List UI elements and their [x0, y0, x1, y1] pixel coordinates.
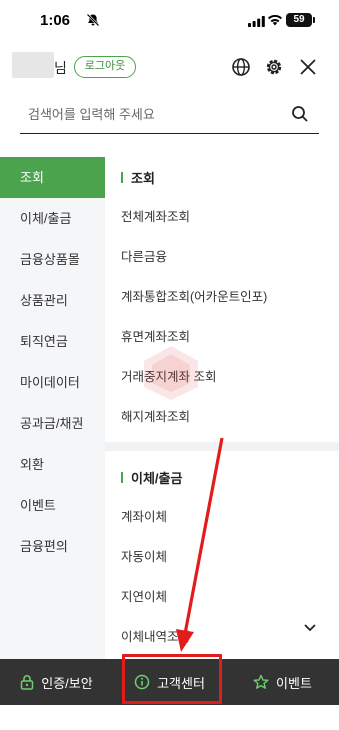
sidebar-item-mydata[interactable]: 마이데이터 — [0, 362, 105, 403]
signal-icon — [248, 16, 265, 27]
sidebar-item-pension[interactable]: 퇴직연금 — [0, 321, 105, 362]
globe-icon[interactable] — [231, 57, 251, 77]
sidebar-item-product-management[interactable]: 상품관리 — [0, 280, 105, 321]
bell-off-icon — [86, 13, 100, 27]
sidebar-item-events[interactable]: 이벤트 — [0, 485, 105, 526]
logout-button[interactable]: 로그아웃 — [74, 56, 136, 78]
status-time: 1:06 — [40, 12, 71, 29]
menu-item-account-info[interactable]: 계좌통합조회(어카운트인포) — [105, 277, 339, 317]
search-input[interactable] — [20, 100, 280, 128]
close-icon[interactable] — [298, 57, 318, 77]
menu-content: 조회 전체계좌조회 다른금융 계좌통합조회(어카운트인포) 휴면계좌조회 거래중… — [105, 157, 339, 659]
sidebar-item-transfer[interactable]: 이체/출금 — [0, 198, 105, 239]
gear-icon[interactable] — [264, 57, 284, 77]
section-title: 조회 — [131, 170, 155, 186]
bottom-customer-center-button[interactable]: 고객센터 — [113, 659, 226, 705]
lock-icon — [21, 675, 34, 690]
battery-tip — [313, 17, 315, 23]
menu-item-other-finance[interactable]: 다른금융 — [105, 237, 339, 277]
search-icon[interactable] — [291, 105, 309, 123]
sidebar-item-utility-bonds[interactable]: 공과금/채권 — [0, 403, 105, 444]
menu-item-delayed-transfer[interactable]: 지연이체 — [105, 577, 339, 617]
user-suffix: 님 — [54, 60, 67, 76]
wifi-icon — [268, 14, 282, 26]
menu-item-account-transfer[interactable]: 계좌이체 — [105, 497, 339, 537]
star-icon — [253, 674, 269, 689]
section-title: 이체/출금 — [131, 470, 183, 486]
section-divider — [105, 442, 339, 451]
user-name-redacted — [12, 52, 54, 78]
bottom-events-label: 이벤트 — [276, 675, 312, 691]
bottom-events-button[interactable]: 이벤트 — [226, 659, 339, 705]
battery-indicator: 59 — [286, 13, 312, 27]
section-header: 이체/출금 — [105, 457, 339, 497]
sidebar-item-products[interactable]: 금융상품몰 — [0, 239, 105, 280]
bottom-customer-center-label: 고객센터 — [157, 675, 205, 691]
sidebar-item-inquiry[interactable]: 조회 — [0, 157, 105, 198]
section-marker — [121, 471, 123, 483]
watermark-icon — [144, 346, 198, 400]
info-icon — [134, 674, 150, 690]
status-bar: 1:06 59 — [0, 0, 339, 44]
section-header: 조회 — [105, 157, 339, 197]
sidebar-item-foreign-exchange[interactable]: 외환 — [0, 444, 105, 485]
bottom-security-button[interactable]: 인증/보안 — [0, 659, 113, 705]
menu-item-all-accounts[interactable]: 전체계좌조회 — [105, 197, 339, 237]
sidebar: 조회 이체/출금 금융상품몰 상품관리 퇴직연금 마이데이터 공과금/채권 외환… — [0, 157, 105, 659]
chevron-down-icon[interactable] — [303, 623, 317, 633]
menu-item-closed-accounts[interactable]: 해지계좌조회 — [105, 397, 339, 437]
search-bar — [20, 100, 319, 134]
sidebar-item-convenience[interactable]: 금융편의 — [0, 526, 105, 567]
menu-item-auto-transfer[interactable]: 자동이체 — [105, 537, 339, 577]
bottom-bar: 인증/보안 고객센터 이벤트 — [0, 659, 339, 705]
section-marker — [121, 171, 123, 183]
bottom-security-label: 인증/보안 — [41, 675, 93, 691]
